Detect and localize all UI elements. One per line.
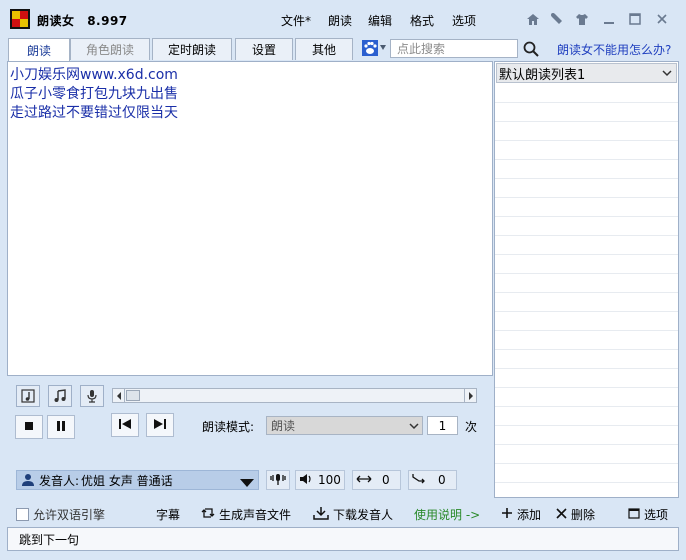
tab-read[interactable]: 朗读 — [8, 38, 70, 61]
microphone-icon[interactable] — [80, 385, 104, 407]
caret-down-icon — [240, 476, 254, 490]
menu-options[interactable]: 选项 — [452, 12, 476, 29]
pitch-value: 0 — [438, 473, 446, 487]
text-line-2: 瓜子小零食打包九块九出售 — [10, 86, 178, 102]
dual-engine-option[interactable]: 允许双语引擎 — [16, 506, 105, 523]
convert-icon — [201, 506, 215, 523]
list-options-button[interactable]: 选项 — [628, 506, 668, 523]
read-mode-label: 朗读模式: — [202, 420, 255, 434]
delete-x-icon — [556, 507, 567, 522]
list-options-label: 选项 — [644, 508, 669, 522]
speed-arrows-icon — [356, 473, 372, 487]
voice-waves-icon — [270, 472, 286, 489]
download-voice-label: 下载发音人 — [333, 508, 394, 522]
pitch-control[interactable]: 0 — [408, 470, 457, 490]
menu-format[interactable]: 格式 — [410, 12, 434, 29]
text-editor[interactable]: 小刀娱乐网www.x6d.com 瓜子小零食打包九块九出售 走过路过不要错过仅限… — [7, 61, 493, 376]
menu-read[interactable]: 朗读 — [328, 12, 352, 29]
playlist-select[interactable]: 默认朗读列表1 — [496, 63, 677, 83]
tab-role-read[interactable]: 角色朗读 — [70, 38, 150, 60]
menu-edit[interactable]: 编辑 — [368, 12, 392, 29]
chevron-down-icon — [662, 67, 672, 82]
app-version: 8.997 — [87, 14, 128, 28]
tab-timed-read[interactable]: 定时朗读 — [152, 38, 232, 60]
skip-next-icon — [153, 418, 167, 433]
pitch-icon — [412, 473, 426, 488]
status-bar: 跳到下一句 — [7, 527, 679, 551]
plus-icon — [501, 507, 513, 522]
progress-scrollbar[interactable] — [112, 388, 477, 403]
read-mode-select[interactable]: 朗读 — [266, 416, 423, 435]
skip-previous-icon — [118, 418, 132, 433]
search-box[interactable] — [390, 39, 518, 58]
generate-audio-label: 生成声音文件 — [219, 508, 292, 522]
window-icon — [628, 507, 640, 522]
minimize-icon[interactable] — [599, 10, 619, 28]
read-mode-value: 朗读 — [271, 419, 296, 433]
scroll-right-icon[interactable] — [464, 389, 476, 402]
generate-audio-button[interactable]: 生成声音文件 — [201, 506, 291, 523]
playlist-selected: 默认朗读列表1 — [499, 67, 586, 83]
speed-control[interactable]: 0 — [352, 470, 401, 490]
skin-shirt-icon[interactable] — [572, 10, 592, 28]
status-text: 跳到下一句 — [19, 532, 80, 547]
playlist-panel: 默认朗读列表1 — [494, 61, 679, 498]
next-button[interactable] — [146, 413, 174, 437]
chevron-down-icon — [409, 420, 419, 434]
dual-engine-label: 允许双语引擎 — [33, 508, 106, 522]
download-voice-button[interactable]: 下载发音人 — [313, 506, 393, 523]
maximize-icon[interactable] — [625, 10, 645, 28]
pause-icon — [56, 420, 66, 434]
baidu-paw-icon[interactable] — [362, 39, 388, 57]
previous-button[interactable] — [111, 413, 139, 437]
search-input[interactable] — [397, 41, 517, 56]
instructions-link[interactable]: 使用说明 -> — [414, 506, 480, 523]
music-file-icon[interactable] — [16, 385, 40, 407]
voice-engine-button[interactable] — [266, 470, 290, 490]
volume-value: 100 — [318, 473, 341, 487]
music-note-icon[interactable] — [48, 385, 72, 407]
tab-settings[interactable]: 设置 — [235, 38, 293, 60]
scroll-thumb[interactable] — [126, 390, 140, 401]
stop-icon — [24, 420, 34, 434]
subtitle-button[interactable]: 字幕 — [156, 506, 180, 523]
home-icon[interactable] — [523, 10, 543, 28]
speaker-select[interactable]: 发音人: 优姐 女声 普通话 — [16, 470, 259, 490]
repeat-unit-label: 次 — [465, 420, 478, 434]
tools-icon[interactable] — [547, 10, 567, 28]
pause-button[interactable] — [47, 415, 75, 439]
volume-control[interactable]: 100 — [295, 470, 345, 490]
speed-value: 0 — [382, 473, 390, 487]
delete-label: 删除 — [571, 508, 596, 522]
close-icon[interactable] — [652, 10, 672, 28]
text-line-1: 小刀娱乐网www.x6d.com — [10, 67, 178, 83]
speaker-value: 优姐 女声 普通话 — [81, 473, 173, 488]
add-item-button[interactable]: 添加 — [501, 506, 541, 523]
app-name: 朗读女 — [37, 14, 75, 28]
stop-button[interactable] — [15, 415, 43, 439]
text-line-3: 走过路过不要错过仅限当天 — [10, 105, 178, 121]
dual-engine-checkbox[interactable] — [16, 508, 29, 521]
search-icon[interactable] — [521, 39, 541, 59]
menu-file[interactable]: 文件* — [281, 12, 311, 29]
download-icon — [313, 506, 329, 523]
tab-other[interactable]: 其他 — [295, 38, 353, 60]
app-title: 朗读女 8.997 — [37, 12, 128, 29]
playlist-items[interactable] — [495, 84, 678, 496]
help-link[interactable]: 朗读女不能用怎么办? — [557, 41, 671, 58]
repeat-count-input[interactable]: 1 — [427, 416, 458, 435]
add-label: 添加 — [517, 508, 542, 522]
speaker-label: 发音人: — [39, 473, 80, 488]
volume-icon — [299, 473, 313, 488]
scroll-left-icon[interactable] — [113, 389, 125, 402]
user-icon — [21, 473, 35, 487]
delete-item-button[interactable]: 删除 — [556, 506, 595, 523]
app-logo-icon — [10, 9, 30, 29]
